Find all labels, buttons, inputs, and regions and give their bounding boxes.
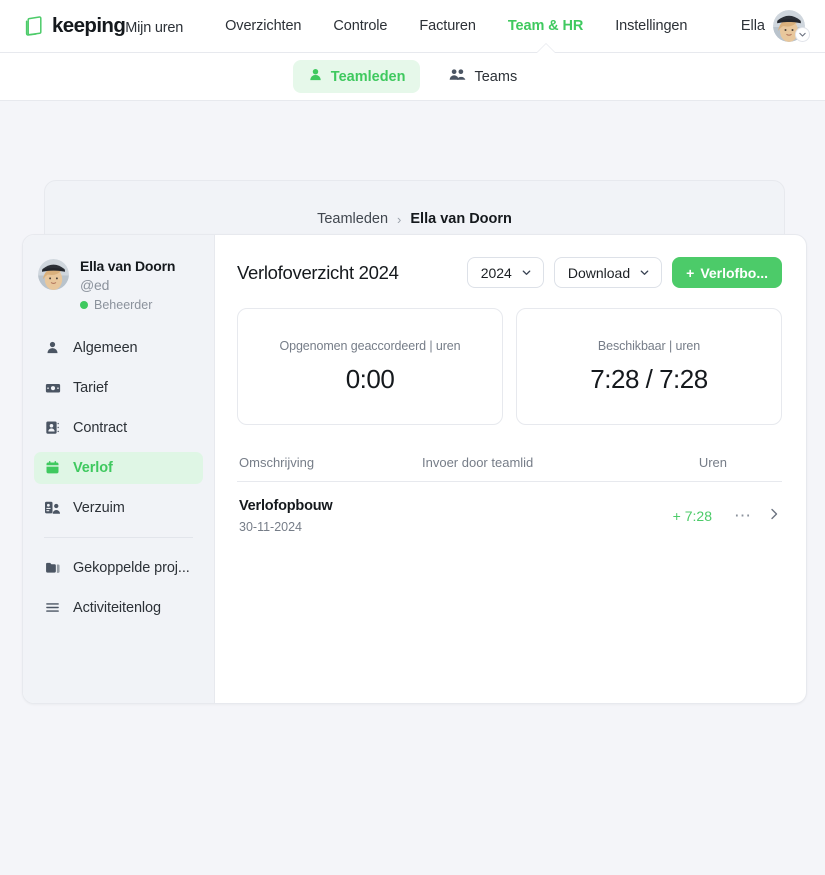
- sidebar-item-label: Algemeen: [73, 339, 138, 356]
- breadcrumb: Teamleden › Ella van Doorn: [317, 211, 512, 229]
- subnav-label: Teamleden: [330, 68, 406, 85]
- download-select-value: Download: [567, 264, 631, 281]
- main-nav: Overzichten Controle Facturen Team & HR …: [209, 0, 703, 53]
- nav-label: Instellingen: [615, 18, 688, 34]
- year-select-value: 2024: [480, 264, 512, 281]
- nav-label: Facturen: [419, 18, 476, 34]
- status-badge: Beheerder: [80, 298, 200, 312]
- breadcrumb-parent[interactable]: Teamleden: [317, 211, 388, 227]
- sidebar-item-activiteitenlog[interactable]: Activiteitenlog: [34, 592, 203, 624]
- download-select[interactable]: Download: [553, 257, 663, 288]
- table-header: Omschrijving Invoer door teamlid Uren: [237, 455, 782, 482]
- column-header-invoer: Invoer door teamlid: [422, 455, 534, 470]
- stat-label: Opgenomen geaccordeerd | uren: [279, 338, 461, 353]
- detail-card: Ella van Doorn @ed Beheerder Algemeen Ta…: [22, 234, 807, 704]
- contact-card-icon: [44, 419, 61, 436]
- add-leave-button[interactable]: + Verlofbo...: [672, 257, 782, 288]
- person-handle: @ed: [80, 276, 110, 293]
- page-title: Verlofoverzicht 2024: [237, 261, 399, 283]
- nav-item-team-hr[interactable]: Team & HR: [492, 0, 599, 53]
- sidebar-item-verlof[interactable]: Verlof: [34, 451, 203, 484]
- row-title: Verlofopbouw: [239, 498, 333, 514]
- sidebar-item-verzuim[interactable]: Verzuim: [34, 492, 203, 524]
- subnav-label: Teams: [474, 68, 518, 85]
- chevron-down-icon: [521, 265, 532, 281]
- breadcrumb-current: Ella van Doorn: [410, 211, 512, 227]
- brand-logo[interactable]: keeping Mijn uren: [22, 14, 183, 38]
- detail-sidebar-nav: Algemeen Tarief Contract Verlof Verzuim …: [23, 332, 214, 624]
- detail-sidebar: Ella van Doorn @ed Beheerder Algemeen Ta…: [23, 235, 215, 703]
- nav-label: Controle: [333, 18, 388, 34]
- person-summary: Ella van Doorn @ed Beheerder: [23, 257, 214, 312]
- top-navigation-bar: keeping Mijn uren Overzichten Controle F…: [0, 0, 825, 53]
- row-date: 30-11-2024: [239, 520, 303, 534]
- plus-icon: +: [686, 264, 695, 281]
- nav-label: Overzichten: [225, 18, 302, 34]
- status-dot-icon: [80, 300, 88, 309]
- brand-subtitle: Mijn uren: [125, 20, 184, 36]
- column-header-uren: Uren: [698, 455, 727, 470]
- add-leave-button-label: Verlofbo...: [700, 264, 768, 281]
- sidebar-item-gekoppelde-projecten[interactable]: Gekoppelde proj...: [34, 552, 203, 584]
- nav-item-facturen[interactable]: Facturen: [403, 0, 491, 52]
- chevron-right-icon[interactable]: [768, 507, 780, 526]
- list-icon: [44, 599, 61, 616]
- banknote-icon: [44, 379, 61, 396]
- folder-icon: [44, 559, 61, 576]
- chevron-down-icon[interactable]: [795, 27, 810, 42]
- active-tab-notch: [536, 44, 555, 53]
- cell-hours: + 7:28: [672, 508, 712, 524]
- row-actions: ⋯: [712, 507, 780, 526]
- sidebar-item-tarief[interactable]: Tarief: [34, 372, 203, 404]
- sidebar-item-label: Activiteitenlog: [73, 599, 161, 616]
- stat-value: 0:00: [345, 363, 395, 394]
- user-name: Ella: [740, 18, 765, 34]
- stat-card-beschikbaar: Beschikbaar | uren 7:28 / 7:28: [516, 308, 782, 425]
- person-name-text: Ella van Doorn: [80, 258, 176, 274]
- nav-item-controle[interactable]: Controle: [317, 0, 403, 52]
- keeping-logo-icon: [22, 14, 46, 38]
- sidebar-item-label: Gekoppelde proj...: [73, 559, 190, 576]
- avatar[interactable]: [773, 10, 810, 42]
- brand-name: keeping: [52, 14, 126, 37]
- person-icon: [308, 67, 323, 86]
- sub-navigation-bar: Teamleden Teams: [0, 53, 825, 101]
- year-select[interactable]: 2024: [466, 257, 544, 288]
- leave-overview-panel: Verlofoverzicht 2024 2024 Download + Ver…: [215, 235, 806, 703]
- sidebar-item-label: Contract: [73, 419, 127, 436]
- sidebar-item-label: Tarief: [73, 379, 108, 396]
- table-row[interactable]: Verlofopbouw 30-11-2024 + 7:28 ⋯: [237, 482, 782, 534]
- stat-card-opgenomen: Opgenomen geaccordeerd | uren 0:00: [237, 308, 503, 425]
- person-name: Ella van Doorn @ed: [80, 257, 200, 295]
- nav-item-overzichten[interactable]: Overzichten: [209, 0, 317, 52]
- sidebar-item-label: Verzuim: [73, 499, 125, 516]
- subnav-item-teamleden[interactable]: Teamleden: [292, 60, 421, 93]
- people-icon: [449, 67, 466, 86]
- stat-cards: Opgenomen geaccordeerd | uren 0:00 Besch…: [237, 308, 782, 425]
- person-role: Beheerder: [94, 297, 153, 312]
- sidebar-divider: [44, 536, 193, 538]
- absence-icon: [44, 499, 61, 516]
- sidebar-item-contract[interactable]: Contract: [34, 412, 203, 444]
- subnav-item-teams[interactable]: Teams: [434, 60, 532, 93]
- calendar-icon: [44, 459, 61, 476]
- nav-item-instellingen[interactable]: Instellingen: [599, 0, 703, 52]
- cell-description: Verlofopbouw 30-11-2024: [239, 498, 422, 534]
- column-header-omschrijving: Omschrijving: [239, 455, 315, 470]
- sidebar-item-algemeen[interactable]: Algemeen: [34, 332, 203, 364]
- avatar: [38, 259, 69, 290]
- panel-header: Verlofoverzicht 2024 2024 Download + Ver…: [237, 257, 782, 288]
- nav-label: Team & HR: [507, 18, 584, 34]
- person-icon: [44, 339, 61, 356]
- stat-value: 7:28 / 7:28: [590, 363, 708, 394]
- stat-label: Beschikbaar | uren: [597, 338, 701, 353]
- user-menu[interactable]: Ella: [740, 10, 810, 42]
- breadcrumb-separator-icon: ›: [397, 211, 402, 227]
- chevron-down-icon: [639, 265, 650, 281]
- sidebar-item-label: Verlof: [73, 459, 113, 476]
